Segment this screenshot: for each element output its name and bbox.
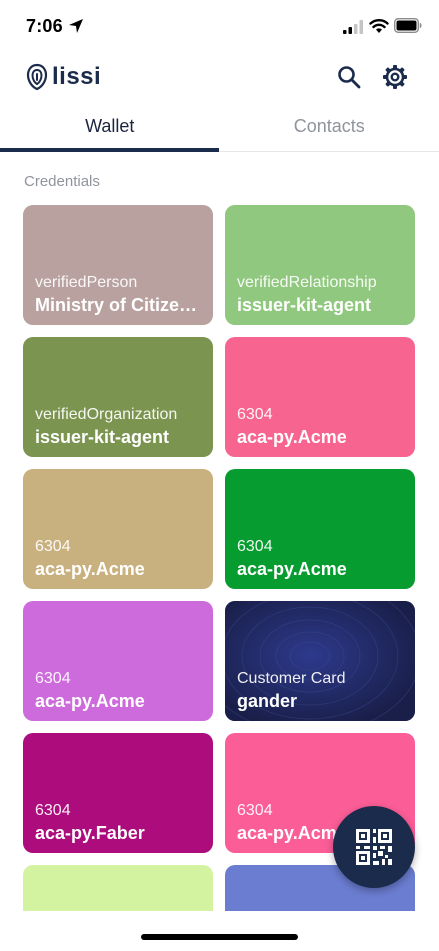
- gear-icon: [383, 65, 407, 89]
- credential-issuer: issuer-kit-agent: [35, 427, 170, 447]
- credential-type: verifiedRelationship: [237, 274, 377, 291]
- logo-text: lissi: [52, 63, 102, 90]
- fingerprint-logo-icon: [26, 63, 48, 91]
- section-title: Credentials: [24, 173, 100, 190]
- location-arrow-icon: [69, 19, 83, 33]
- lissi-logo: lissi: [26, 62, 101, 92]
- tab-wallet[interactable]: Wallet: [0, 102, 220, 151]
- credential-type: 6304: [35, 802, 71, 819]
- scan-qr-button[interactable]: [333, 806, 415, 888]
- credential-type: 6304: [35, 670, 71, 687]
- wifi-icon: [369, 19, 389, 33]
- credential-card[interactable]: verifiedRelationship issuer-kit-agent: [225, 205, 415, 325]
- credential-card[interactable]: verifiedOrganization issuer-kit-agent: [23, 337, 213, 457]
- credential-type: 6304: [237, 406, 273, 423]
- credential-type: 6304: [237, 538, 273, 555]
- credential-type: verifiedOrganization: [35, 406, 178, 423]
- credential-card[interactable]: 6304 aca-py.Acme: [225, 337, 415, 457]
- credential-issuer: aca-py.Acme: [237, 427, 347, 447]
- credential-type: Customer Card: [237, 670, 346, 687]
- credential-issuer: aca-py.Acme: [35, 691, 145, 711]
- tab-bar: Wallet Contacts: [0, 102, 439, 152]
- search-icon: [338, 66, 361, 89]
- app-header: lissi: [0, 52, 439, 102]
- credential-issuer: aca-py.Acme: [35, 559, 145, 579]
- credential-issuer: gander: [237, 691, 298, 711]
- credential-issuer: issuer-kit-agent: [237, 295, 372, 315]
- credential-card[interactable]: 6304 aca-py.Acme: [23, 601, 213, 721]
- credential-issuer: aca-py.Faber: [35, 823, 145, 843]
- battery-icon: [394, 18, 422, 33]
- cellular-signal-icon: [343, 20, 363, 34]
- status-time: 7:06: [26, 16, 63, 36]
- settings-button[interactable]: [382, 64, 408, 90]
- search-button[interactable]: [336, 64, 362, 90]
- qr-code-icon: [356, 829, 392, 865]
- credential-card[interactable]: 6304 aca-py.Acme: [23, 469, 213, 589]
- credential-card[interactable]: 6304 aca-py.Acme: [225, 469, 415, 589]
- credential-card[interactable]: verifiedPerson Ministry of Citizenship: [23, 205, 213, 325]
- credential-card[interactable]: 6304 aca-py.Faber: [23, 733, 213, 853]
- home-indicator: [141, 934, 298, 940]
- credential-issuer: aca-py.Acme: [237, 559, 347, 579]
- credential-type: 6304: [237, 802, 273, 819]
- credential-card[interactable]: [23, 865, 213, 911]
- credential-issuer: Ministry of Citizenship: [35, 295, 203, 315]
- status-bar: 7:06: [0, 0, 439, 52]
- credential-type: verifiedPerson: [35, 274, 138, 291]
- credential-card[interactable]: Customer Card gander: [225, 601, 415, 721]
- active-tab-indicator: [0, 148, 219, 152]
- credential-type: 6304: [35, 538, 71, 555]
- tab-contacts[interactable]: Contacts: [220, 102, 439, 151]
